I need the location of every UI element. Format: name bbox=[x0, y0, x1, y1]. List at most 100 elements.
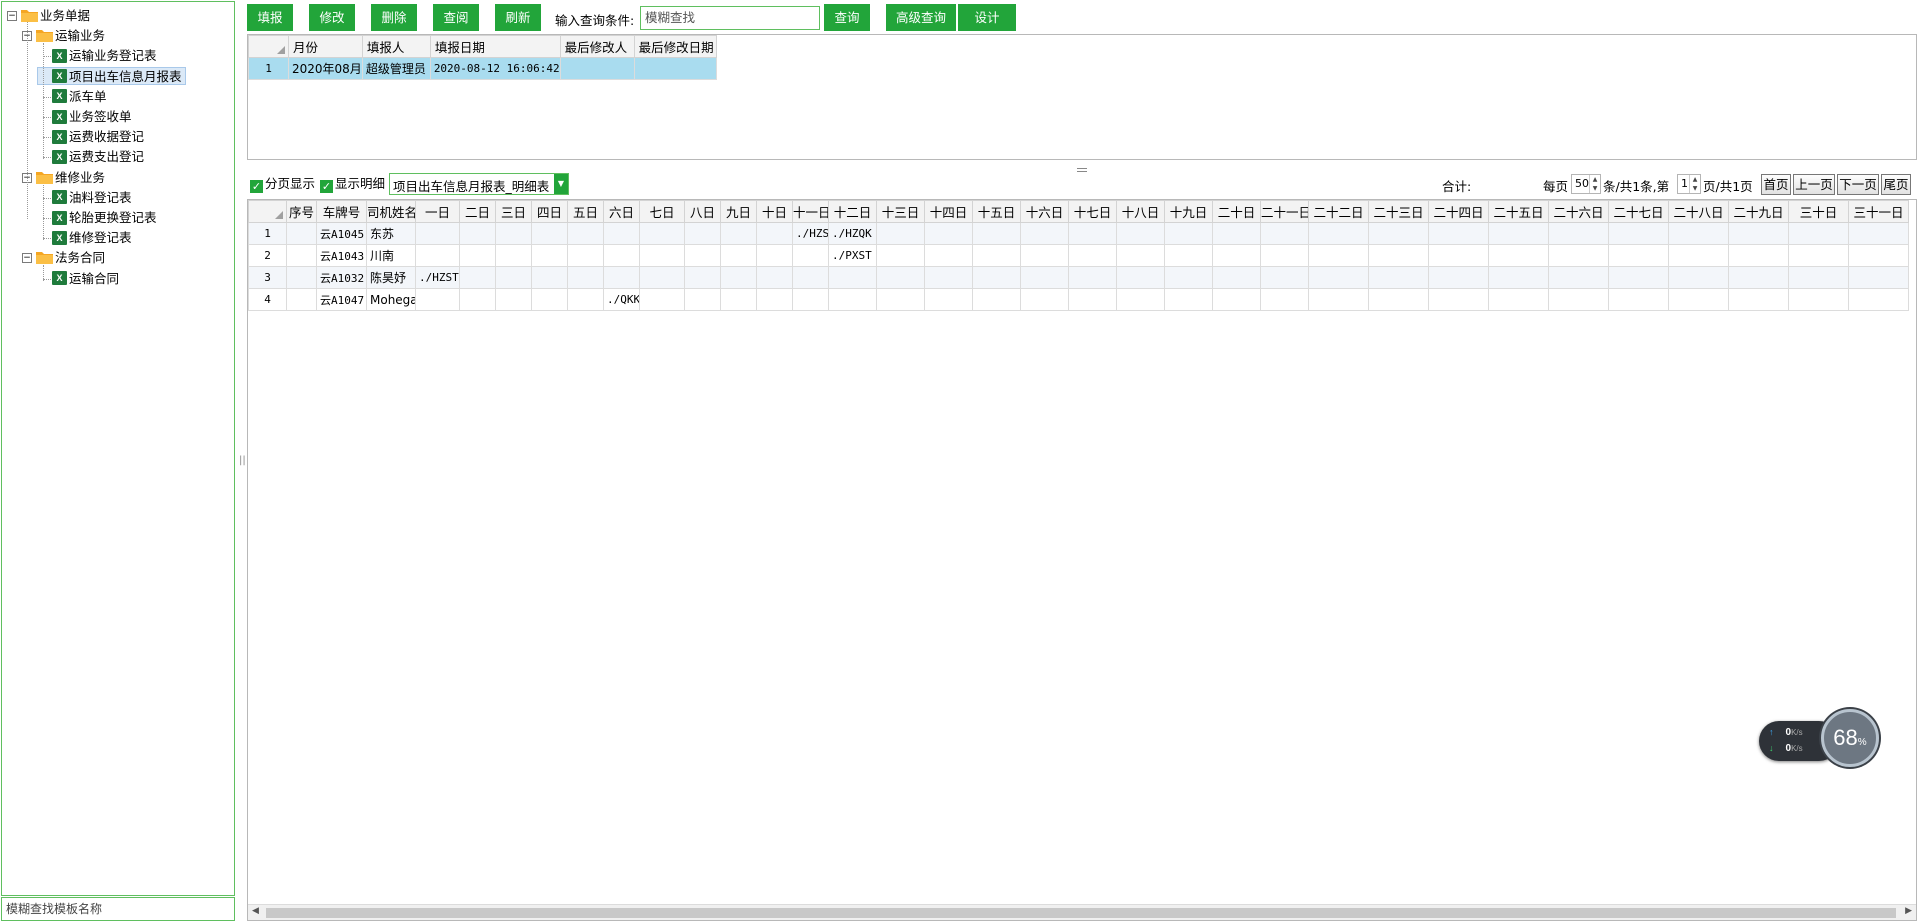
day-cell[interactable] bbox=[1068, 222, 1117, 245]
column-header[interactable]: 五日 bbox=[567, 200, 604, 223]
day-cell[interactable] bbox=[495, 222, 532, 245]
day-cell[interactable] bbox=[459, 222, 496, 245]
tree-item[interactable]: X 业务签收单 bbox=[52, 108, 132, 126]
column-header[interactable]: 十五日 bbox=[972, 200, 1021, 223]
select-all-corner[interactable] bbox=[248, 35, 289, 58]
day-cell[interactable] bbox=[1368, 288, 1429, 311]
day-cell[interactable] bbox=[1428, 288, 1489, 311]
column-header[interactable]: 二十一日 bbox=[1260, 200, 1309, 223]
tree-group-0[interactable]: 运输业务 bbox=[36, 27, 105, 45]
template-search-input[interactable]: 模糊查找模板名称 bbox=[1, 897, 235, 921]
column-header[interactable]: 十九日 bbox=[1164, 200, 1213, 223]
column-header[interactable]: 二十三日 bbox=[1368, 200, 1429, 223]
day-cell[interactable] bbox=[924, 222, 973, 245]
day-cell[interactable] bbox=[1728, 222, 1789, 245]
day-cell[interactable] bbox=[639, 288, 685, 311]
day-cell[interactable] bbox=[603, 244, 640, 267]
day-cell[interactable] bbox=[792, 266, 829, 289]
day-cell[interactable] bbox=[567, 244, 604, 267]
column-header[interactable]: 二十九日 bbox=[1728, 200, 1789, 223]
day-cell[interactable] bbox=[1068, 288, 1117, 311]
day-cell[interactable] bbox=[684, 222, 721, 245]
day-cell[interactable] bbox=[1308, 222, 1369, 245]
scrollbar-thumb[interactable] bbox=[266, 908, 1896, 918]
day-cell[interactable] bbox=[1428, 222, 1489, 245]
day-cell[interactable] bbox=[792, 244, 829, 267]
day-cell[interactable] bbox=[1488, 288, 1549, 311]
day-cell[interactable]: ./HZST bbox=[792, 222, 829, 245]
day-cell[interactable] bbox=[720, 222, 757, 245]
day-cell[interactable] bbox=[1668, 244, 1729, 267]
column-header[interactable]: 二日 bbox=[459, 200, 496, 223]
column-header[interactable]: 四日 bbox=[531, 200, 568, 223]
tree-item[interactable]: X 轮胎更换登记表 bbox=[52, 209, 157, 227]
column-header[interactable]: 六日 bbox=[603, 200, 640, 223]
day-cell[interactable] bbox=[1848, 288, 1909, 311]
spinner-arrows-icon[interactable]: ▲ ▼ bbox=[1589, 175, 1600, 193]
day-cell[interactable] bbox=[1728, 266, 1789, 289]
day-cell[interactable] bbox=[684, 244, 721, 267]
day-cell[interactable] bbox=[876, 266, 925, 289]
day-cell[interactable] bbox=[1308, 266, 1369, 289]
day-cell[interactable] bbox=[924, 266, 973, 289]
day-cell[interactable] bbox=[1608, 244, 1669, 267]
column-header[interactable]: 最后修改日期 bbox=[633, 35, 717, 58]
day-cell[interactable] bbox=[1068, 244, 1117, 267]
collapse-toggle-icon[interactable]: − bbox=[22, 253, 32, 264]
column-header[interactable]: 十二日 bbox=[828, 200, 877, 223]
column-header[interactable]: 八日 bbox=[684, 200, 721, 223]
edit-button[interactable]: 修改 bbox=[309, 4, 355, 31]
show-detail-checkbox[interactable]: ✓ 显示明细 bbox=[320, 175, 385, 193]
day-cell[interactable] bbox=[972, 288, 1021, 311]
design-button[interactable]: 设计 bbox=[958, 4, 1016, 31]
day-cell[interactable] bbox=[720, 288, 757, 311]
day-cell[interactable] bbox=[1020, 288, 1069, 311]
refresh-button[interactable]: 刷新 bbox=[495, 4, 541, 31]
day-cell[interactable] bbox=[1608, 266, 1669, 289]
day-cell[interactable] bbox=[756, 222, 793, 245]
tree-item[interactable]: X 运输合同 bbox=[52, 270, 119, 288]
tree-item[interactable]: X 运输业务登记表 bbox=[52, 47, 157, 65]
day-cell[interactable] bbox=[1608, 222, 1669, 245]
day-cell[interactable] bbox=[1116, 266, 1165, 289]
day-cell[interactable] bbox=[459, 266, 496, 289]
table-row[interactable]: 2 云A1043 川南 ./PXST bbox=[248, 244, 1909, 267]
column-header[interactable]: 二十五日 bbox=[1488, 200, 1549, 223]
column-header[interactable]: 二十日 bbox=[1212, 200, 1261, 223]
column-header[interactable]: 三十日 bbox=[1788, 200, 1849, 223]
day-cell[interactable] bbox=[876, 244, 925, 267]
column-header[interactable]: 序号 bbox=[286, 200, 317, 223]
day-cell[interactable] bbox=[531, 288, 568, 311]
day-cell[interactable] bbox=[531, 244, 568, 267]
day-cell[interactable] bbox=[1788, 222, 1849, 245]
day-cell[interactable] bbox=[1164, 266, 1213, 289]
day-cell[interactable] bbox=[1488, 222, 1549, 245]
day-cell[interactable] bbox=[876, 288, 925, 311]
day-cell[interactable] bbox=[828, 288, 877, 311]
scroll-left-icon[interactable]: ◀ bbox=[252, 906, 259, 916]
first-page-button[interactable]: 首页 bbox=[1761, 174, 1791, 195]
day-cell[interactable]: ./HZQK bbox=[828, 222, 877, 245]
tree-item[interactable]: X 维修登记表 bbox=[52, 229, 132, 247]
day-cell[interactable] bbox=[495, 266, 532, 289]
day-cell[interactable] bbox=[495, 244, 532, 267]
scroll-right-icon[interactable]: ▶ bbox=[1905, 906, 1912, 916]
detail-table-select[interactable]: 项目出车信息月报表_明细表 ▼ bbox=[389, 173, 569, 195]
day-cell[interactable] bbox=[495, 288, 532, 311]
column-header[interactable]: 十七日 bbox=[1068, 200, 1117, 223]
prev-page-button[interactable]: 上一页 bbox=[1793, 174, 1835, 195]
column-header[interactable]: 填报日期 bbox=[429, 35, 561, 58]
day-cell[interactable] bbox=[684, 266, 721, 289]
column-header[interactable]: 司机姓名 bbox=[366, 200, 416, 223]
spinner-arrows-icon[interactable]: ▲ ▼ bbox=[1689, 175, 1700, 193]
tree-group-2[interactable]: 法务合同 bbox=[36, 249, 105, 267]
query-button[interactable]: 查询 bbox=[824, 4, 870, 31]
day-cell[interactable] bbox=[459, 288, 496, 311]
column-header[interactable]: 填报人 bbox=[361, 35, 431, 58]
day-cell[interactable] bbox=[603, 222, 640, 245]
day-cell[interactable] bbox=[415, 222, 460, 245]
day-cell[interactable] bbox=[1728, 288, 1789, 311]
column-header[interactable]: 二十四日 bbox=[1428, 200, 1489, 223]
tree-group-1[interactable]: 维修业务 bbox=[36, 169, 105, 187]
day-cell[interactable] bbox=[1260, 244, 1309, 267]
